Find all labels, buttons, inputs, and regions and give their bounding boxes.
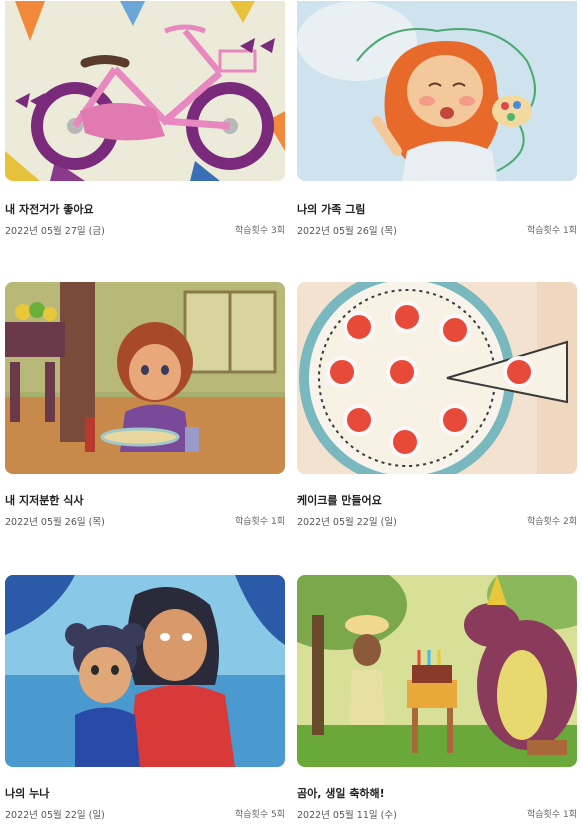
- book-title[interactable]: 나의 누나: [5, 785, 49, 801]
- study-date: 2022년 05월 22일 (일): [297, 517, 397, 528]
- book-card[interactable]: 케이크를 만들어요 2022년 05월 22일 (일) 학습횟수 2회: [297, 282, 577, 528]
- book-card[interactable]: 내 지저분한 식사 2022년 05월 26일 (목) 학습횟수 1회: [5, 282, 285, 528]
- book-cover-image[interactable]: [297, 575, 577, 767]
- book-cover-image[interactable]: [297, 1, 577, 181]
- book-title[interactable]: 나의 가족 그림: [297, 201, 365, 217]
- book-title[interactable]: 케이크를 만들어요: [297, 492, 382, 508]
- study-count: 학습횟수 3회: [235, 226, 285, 236]
- girl-painting-illustration: [297, 1, 577, 181]
- study-date: 2022년 05월 26일 (목): [5, 517, 105, 528]
- study-count: 학습횟수 5회: [235, 810, 285, 820]
- study-date: 2022년 05월 22일 (일): [5, 810, 105, 821]
- book-card[interactable]: 내 자전거가 좋아요 2022년 05월 27일 (금) 학습횟수 3회: [5, 1, 285, 237]
- study-date: 2022년 05월 11일 (수): [297, 810, 397, 821]
- study-count: 학습횟수 1회: [527, 810, 577, 820]
- study-count: 학습횟수 1회: [235, 517, 285, 527]
- book-card[interactable]: 나의 누나 2022년 05월 22일 (일) 학습횟수 5회: [5, 575, 285, 821]
- book-card[interactable]: 곰아, 생일 축하해! 2022년 05월 11일 (수) 학습횟수 1회: [297, 575, 577, 821]
- book-title[interactable]: 내 지저분한 식사: [5, 492, 84, 508]
- study-date: 2022년 05월 27일 (금): [5, 226, 105, 237]
- bear-birthday-illustration: [297, 575, 577, 767]
- book-card[interactable]: 나의 가족 그림 2022년 05월 26일 (목) 학습횟수 1회: [297, 1, 577, 237]
- study-date: 2022년 05월 26일 (목): [297, 226, 397, 237]
- book-title[interactable]: 내 자전거가 좋아요: [5, 201, 94, 217]
- book-cover-image[interactable]: [5, 1, 285, 181]
- study-count: 학습횟수 2회: [527, 517, 577, 527]
- girl-eating-illustration: [5, 282, 285, 474]
- sisters-illustration: [5, 575, 285, 767]
- cake-illustration: [297, 282, 577, 474]
- study-count: 학습횟수 1회: [527, 226, 577, 236]
- book-cover-image[interactable]: [5, 282, 285, 474]
- bicycle-illustration: [5, 1, 285, 181]
- book-title[interactable]: 곰아, 생일 축하해!: [297, 785, 385, 801]
- book-cover-image[interactable]: [5, 575, 285, 767]
- book-cover-image[interactable]: [297, 282, 577, 474]
